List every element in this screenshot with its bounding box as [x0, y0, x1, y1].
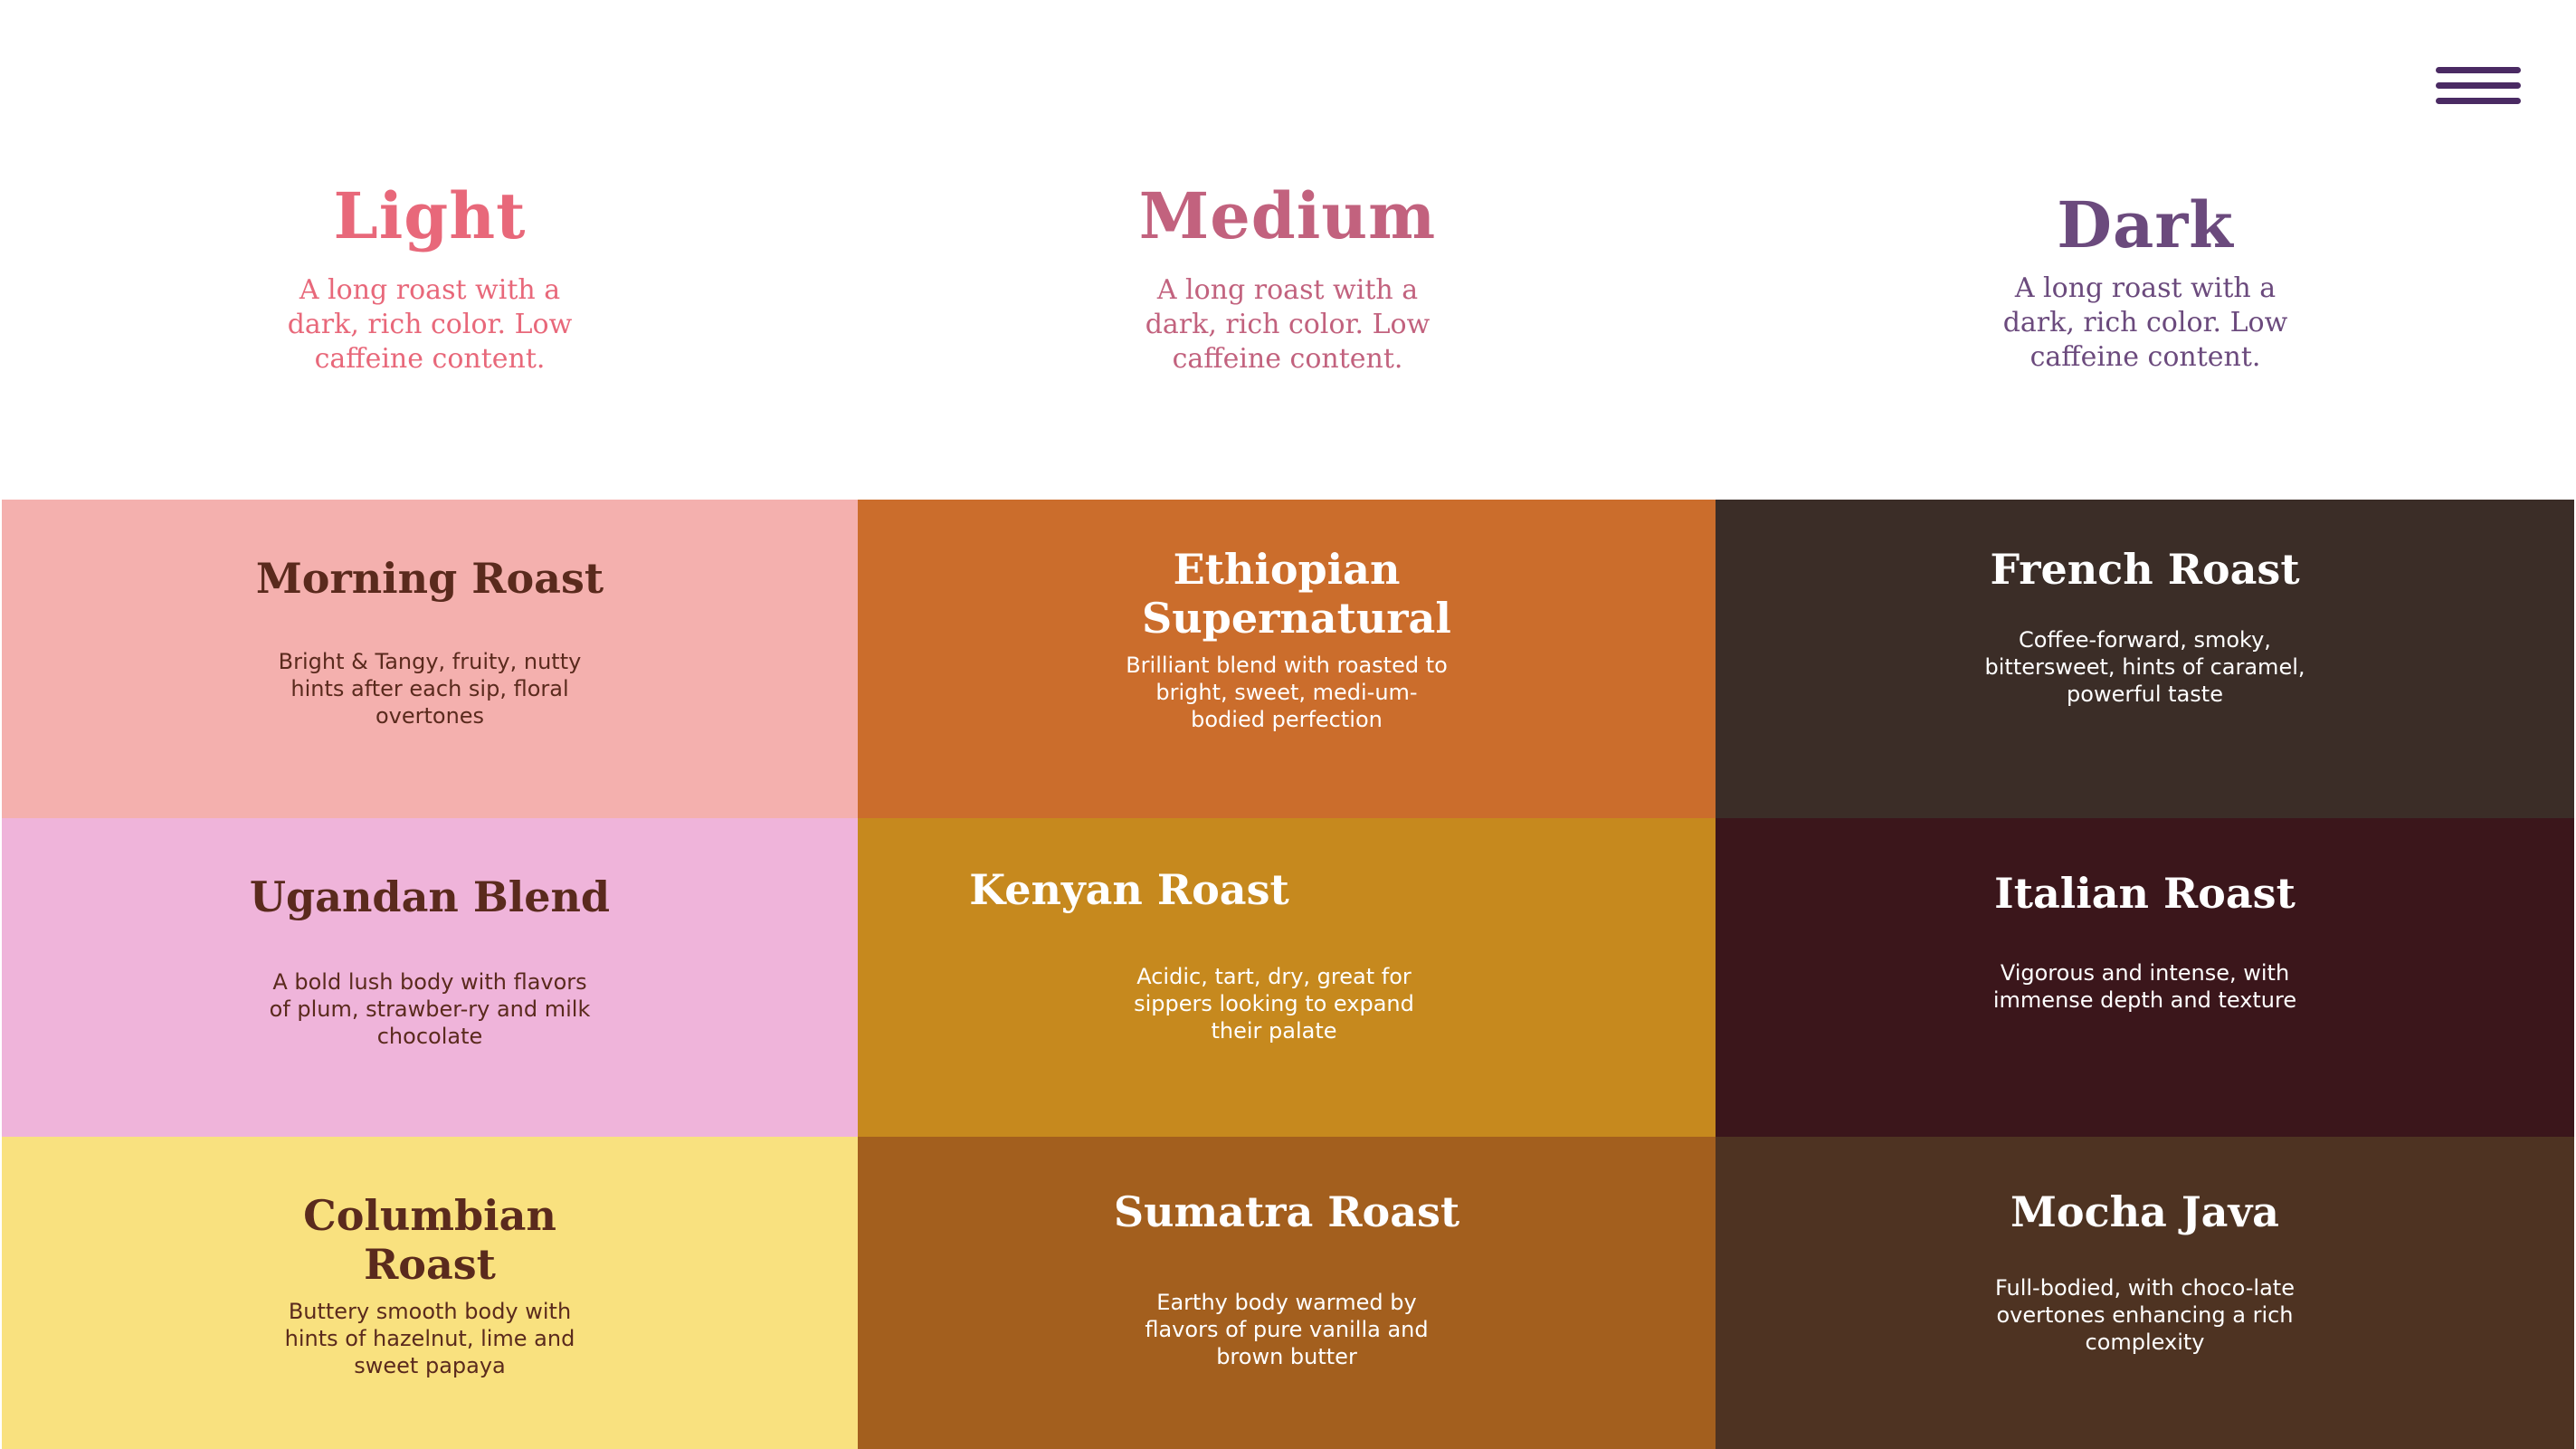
coffee-tile-ethiopian-supernatural[interactable]: Ethiopian Supernatural Brilliant blend w… [858, 500, 1716, 818]
menu-bar [2436, 82, 2521, 89]
coffee-tile-italian-roast[interactable]: Italian Roast Vigorous and intense, with… [1716, 818, 2574, 1137]
coffee-name: Italian Roast [1994, 869, 2296, 918]
coffee-description: Earthy body warmed by flavors of pure va… [1145, 1290, 1429, 1369]
coffee-name: Morning Roast [255, 554, 604, 603]
coffee-name: Ugandan Blend [249, 872, 611, 921]
coffee-tile-mocha-java[interactable]: Mocha Java Full-bodied, with choco-late … [1716, 1137, 2574, 1449]
coffee-tile-kenyan-roast[interactable]: Kenyan Roast Acidic, tart, dry, great fo… [858, 818, 1716, 1137]
menu-bar [2436, 98, 2521, 104]
coffee-tile-ugandan-blend[interactable]: Ugandan Blend A bold lush body with flav… [2, 818, 858, 1137]
roast-level-description: A long roast with a dark, rich color. Lo… [2002, 272, 2288, 373]
coffee-tile-french-roast[interactable]: French Roast Coffee-forward, smoky, bitt… [1716, 500, 2574, 818]
coffee-description: Vigorous and intense, with immense depth… [1992, 960, 2297, 1013]
coffee-description: Buttery smooth body with hints of hazeln… [284, 1299, 575, 1378]
roast-level-dark: Dark A long roast with a dark, rich colo… [1717, 185, 2573, 375]
roast-level-description: A long roast with a dark, rich color. Lo… [287, 274, 573, 375]
hamburger-menu-icon[interactable] [2436, 63, 2521, 110]
roast-level-title: Medium [1138, 178, 1437, 253]
coffee-description: A bold lush body with flavors of plum, s… [269, 969, 591, 1049]
coffee-name: French Roast [1990, 545, 2300, 594]
menu-bar [2436, 67, 2521, 73]
roast-level-light: Light A long roast with a dark, rich col… [2, 176, 858, 377]
coffee-name: Mocha Java [2010, 1187, 2279, 1236]
coffee-description: Acidic, tart, dry, great for sippers loo… [1134, 964, 1414, 1044]
coffee-description: Bright & Tangy, fruity, nutty hints afte… [278, 649, 582, 729]
roast-level-description: A long roast with a dark, rich color. Lo… [1145, 274, 1431, 375]
roast-level-title: Light [333, 178, 527, 253]
coffee-name: Ethiopian Supernatural [1142, 545, 1451, 643]
coffee-name: Columbian Roast [303, 1191, 556, 1289]
roast-level-title: Dark [2057, 187, 2234, 262]
coffee-description: Brilliant blend with roasted to bright, … [1126, 653, 1448, 732]
coffee-name: Kenyan Roast [969, 865, 1289, 914]
coffee-tile-columbian-roast[interactable]: Columbian Roast Buttery smooth body with… [2, 1137, 858, 1449]
coffee-tile-morning-roast[interactable]: Morning Roast Bright & Tangy, fruity, nu… [2, 500, 858, 818]
coffee-name: Sumatra Roast [1113, 1187, 1460, 1236]
coffee-description: Full-bodied, with choco-late overtones e… [1995, 1275, 2295, 1355]
roast-level-medium: Medium A long roast with a dark, rich co… [860, 176, 1716, 377]
coffee-tile-sumatra-roast[interactable]: Sumatra Roast Earthy body warmed by flav… [858, 1137, 1716, 1449]
coffee-description: Coffee-forward, smoky, bittersweet, hint… [1984, 627, 2305, 707]
coffee-grid: Morning Roast Bright & Tangy, fruity, nu… [2, 500, 2574, 1449]
